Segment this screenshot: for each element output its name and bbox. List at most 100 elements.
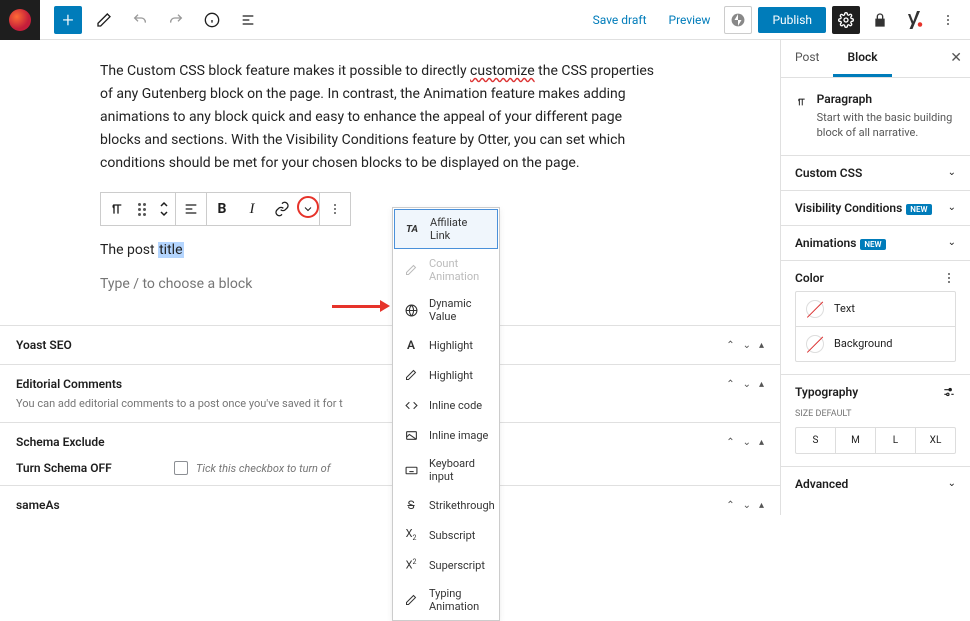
dropdown-item-highlight[interactable]: AHighlight <box>393 330 499 360</box>
chevron-down-icon: ⌄ <box>948 237 956 248</box>
site-logo[interactable] <box>0 0 40 40</box>
publish-button[interactable]: Publish <box>758 7 826 33</box>
link-button[interactable] <box>267 193 297 225</box>
color-options-icon[interactable] <box>942 271 956 285</box>
redo-icon[interactable] <box>162 6 190 34</box>
globe-icon <box>403 302 419 318</box>
editor-canvas[interactable]: The Custom CSS block feature makes it po… <box>0 40 780 515</box>
collapse-up-icon[interactable]: ⌃ <box>726 500 734 511</box>
settings-icon[interactable] <box>832 6 860 34</box>
edit-mode-icon[interactable] <box>90 6 118 34</box>
animations-panel[interactable]: AnimationsNEW ⌄ <box>781 226 970 260</box>
strike-icon: S <box>403 497 419 513</box>
dropdown-item-subscript[interactable]: X2Subscript <box>393 520 499 550</box>
image-icon <box>403 427 419 443</box>
keyboard-icon <box>403 462 419 478</box>
main-area: The Custom CSS block feature makes it po… <box>0 40 970 515</box>
size-xl[interactable]: XL <box>916 428 955 453</box>
paragraph-type-icon[interactable] <box>101 193 131 225</box>
sup-icon: X2 <box>403 557 419 573</box>
size-m[interactable]: M <box>836 428 876 453</box>
color-panel[interactable]: Color <box>781 261 970 291</box>
dropdown-item-typing-animation[interactable]: Typing Animation <box>393 580 499 620</box>
top-toolbar: + Save draft Preview Publish <box>0 0 970 40</box>
dropdown-item-inline-image[interactable]: Inline image <box>393 420 499 450</box>
dropdown-item-dynamic-value[interactable]: Dynamic Value <box>393 290 499 330</box>
editorial-panel[interactable]: Editorial Comments ⌃ ⌄ ▴ <box>0 364 780 397</box>
text-color-button[interactable]: Text <box>796 292 955 327</box>
code-icon <box>403 397 419 413</box>
toolbar-right: Save draft Preview Publish <box>585 6 962 34</box>
sub-icon: X2 <box>403 527 419 543</box>
tab-post[interactable]: Post <box>781 40 833 77</box>
toolbar-left: + <box>0 0 262 40</box>
preview-button[interactable]: Preview <box>661 7 719 33</box>
move-arrows-icon[interactable] <box>153 193 175 225</box>
size-buttons: S M L XL <box>795 427 956 454</box>
collapse-up-icon[interactable]: ⌃ <box>726 437 734 448</box>
block-toolbar: B I <box>100 192 351 226</box>
align-icon[interactable] <box>176 193 206 225</box>
more-formatting-button[interactable] <box>297 193 319 225</box>
expand-down-icon[interactable]: ⌄ <box>743 500 751 511</box>
block-options-icon[interactable] <box>320 193 350 225</box>
pen-icon <box>403 262 419 278</box>
close-sidebar-icon[interactable]: ✕ <box>950 50 962 66</box>
save-draft-button[interactable]: Save draft <box>585 7 655 33</box>
size-s[interactable]: S <box>796 428 836 453</box>
bold-button[interactable]: B <box>207 193 237 225</box>
sidebar-tabs: Post Block ✕ <box>781 40 970 78</box>
dropdown-item-affiliate-link[interactable]: TAAffiliate Link <box>394 209 498 249</box>
caret-up-icon[interactable]: ▴ <box>759 340 764 351</box>
dropdown-item-count-animation: Count Animation <box>393 250 499 290</box>
background-color-button[interactable]: Background <box>796 327 955 361</box>
block-info: Paragraph Start with the basic building … <box>781 78 970 155</box>
collapse-up-icon[interactable]: ⌃ <box>726 340 734 351</box>
dropdown-item-superscript[interactable]: X2Superscript <box>393 550 499 580</box>
caret-up-icon[interactable]: ▴ <box>759 437 764 448</box>
tab-block[interactable]: Block <box>833 40 891 77</box>
italic-button[interactable]: I <box>237 193 267 225</box>
editorial-desc: You can add editorial comments to a post… <box>0 397 780 422</box>
caret-up-icon[interactable]: ▴ <box>759 379 764 390</box>
advanced-panel[interactable]: Advanced ⌄ <box>781 467 970 501</box>
custom-css-panel[interactable]: Custom CSS ⌄ <box>781 156 970 190</box>
chevron-down-icon: ⌄ <box>948 478 956 489</box>
content-paragraph[interactable]: The Custom CSS block feature makes it po… <box>100 60 660 175</box>
A-icon: A <box>403 337 419 353</box>
add-block-button[interactable]: + <box>54 6 82 34</box>
info-icon[interactable] <box>198 6 226 34</box>
visibility-panel[interactable]: Visibility ConditionsNEW ⌄ <box>781 191 970 225</box>
pen-icon <box>403 592 419 608</box>
meta-panels: Yoast SEO ⌃ ⌄ ▴ Editorial Comments ⌃ ⌄ ▴… <box>0 325 780 515</box>
schema-panel[interactable]: Schema Exclude ⌃ ⌄ ▴ <box>0 422 780 461</box>
dropdown-item-highlight[interactable]: Highlight <box>393 360 499 390</box>
more-options-icon[interactable] <box>934 6 962 34</box>
color-options: Text Background <box>795 291 956 362</box>
schema-toggle-row: Turn Schema OFF Tick this checkbox to tu… <box>0 461 780 485</box>
expand-down-icon[interactable]: ⌄ <box>743 340 751 351</box>
plugin-icon-1[interactable] <box>866 6 894 34</box>
swatch-empty-icon <box>806 335 824 353</box>
size-l[interactable]: L <box>876 428 916 453</box>
sameas-panel[interactable]: sameAs ⌃ ⌄ ▴ <box>0 485 780 515</box>
caret-up-icon[interactable]: ▴ <box>759 500 764 511</box>
yoast-panel[interactable]: Yoast SEO ⌃ ⌄ ▴ <box>0 325 780 364</box>
dropdown-item-keyboard-input[interactable]: Keyboard input <box>393 450 499 490</box>
yoast-icon[interactable] <box>900 6 928 34</box>
schema-checkbox[interactable] <box>174 461 188 475</box>
dropdown-item-strikethrough[interactable]: SStrikethrough <box>393 490 499 520</box>
undo-icon[interactable] <box>126 6 154 34</box>
dropdown-item-inline-code[interactable]: Inline code <box>393 390 499 420</box>
sliders-icon[interactable] <box>942 385 956 399</box>
chevron-down-icon: ⌄ <box>948 167 956 178</box>
expand-down-icon[interactable]: ⌄ <box>743 437 751 448</box>
typography-panel[interactable]: Typography <box>781 375 970 403</box>
pen-icon <box>403 367 419 383</box>
jetpack-icon[interactable] <box>724 6 752 34</box>
collapse-up-icon[interactable]: ⌃ <box>726 379 734 390</box>
swatch-empty-icon <box>806 300 824 318</box>
expand-down-icon[interactable]: ⌄ <box>743 379 751 390</box>
drag-handle-icon[interactable] <box>131 193 153 225</box>
outline-icon[interactable] <box>234 6 262 34</box>
